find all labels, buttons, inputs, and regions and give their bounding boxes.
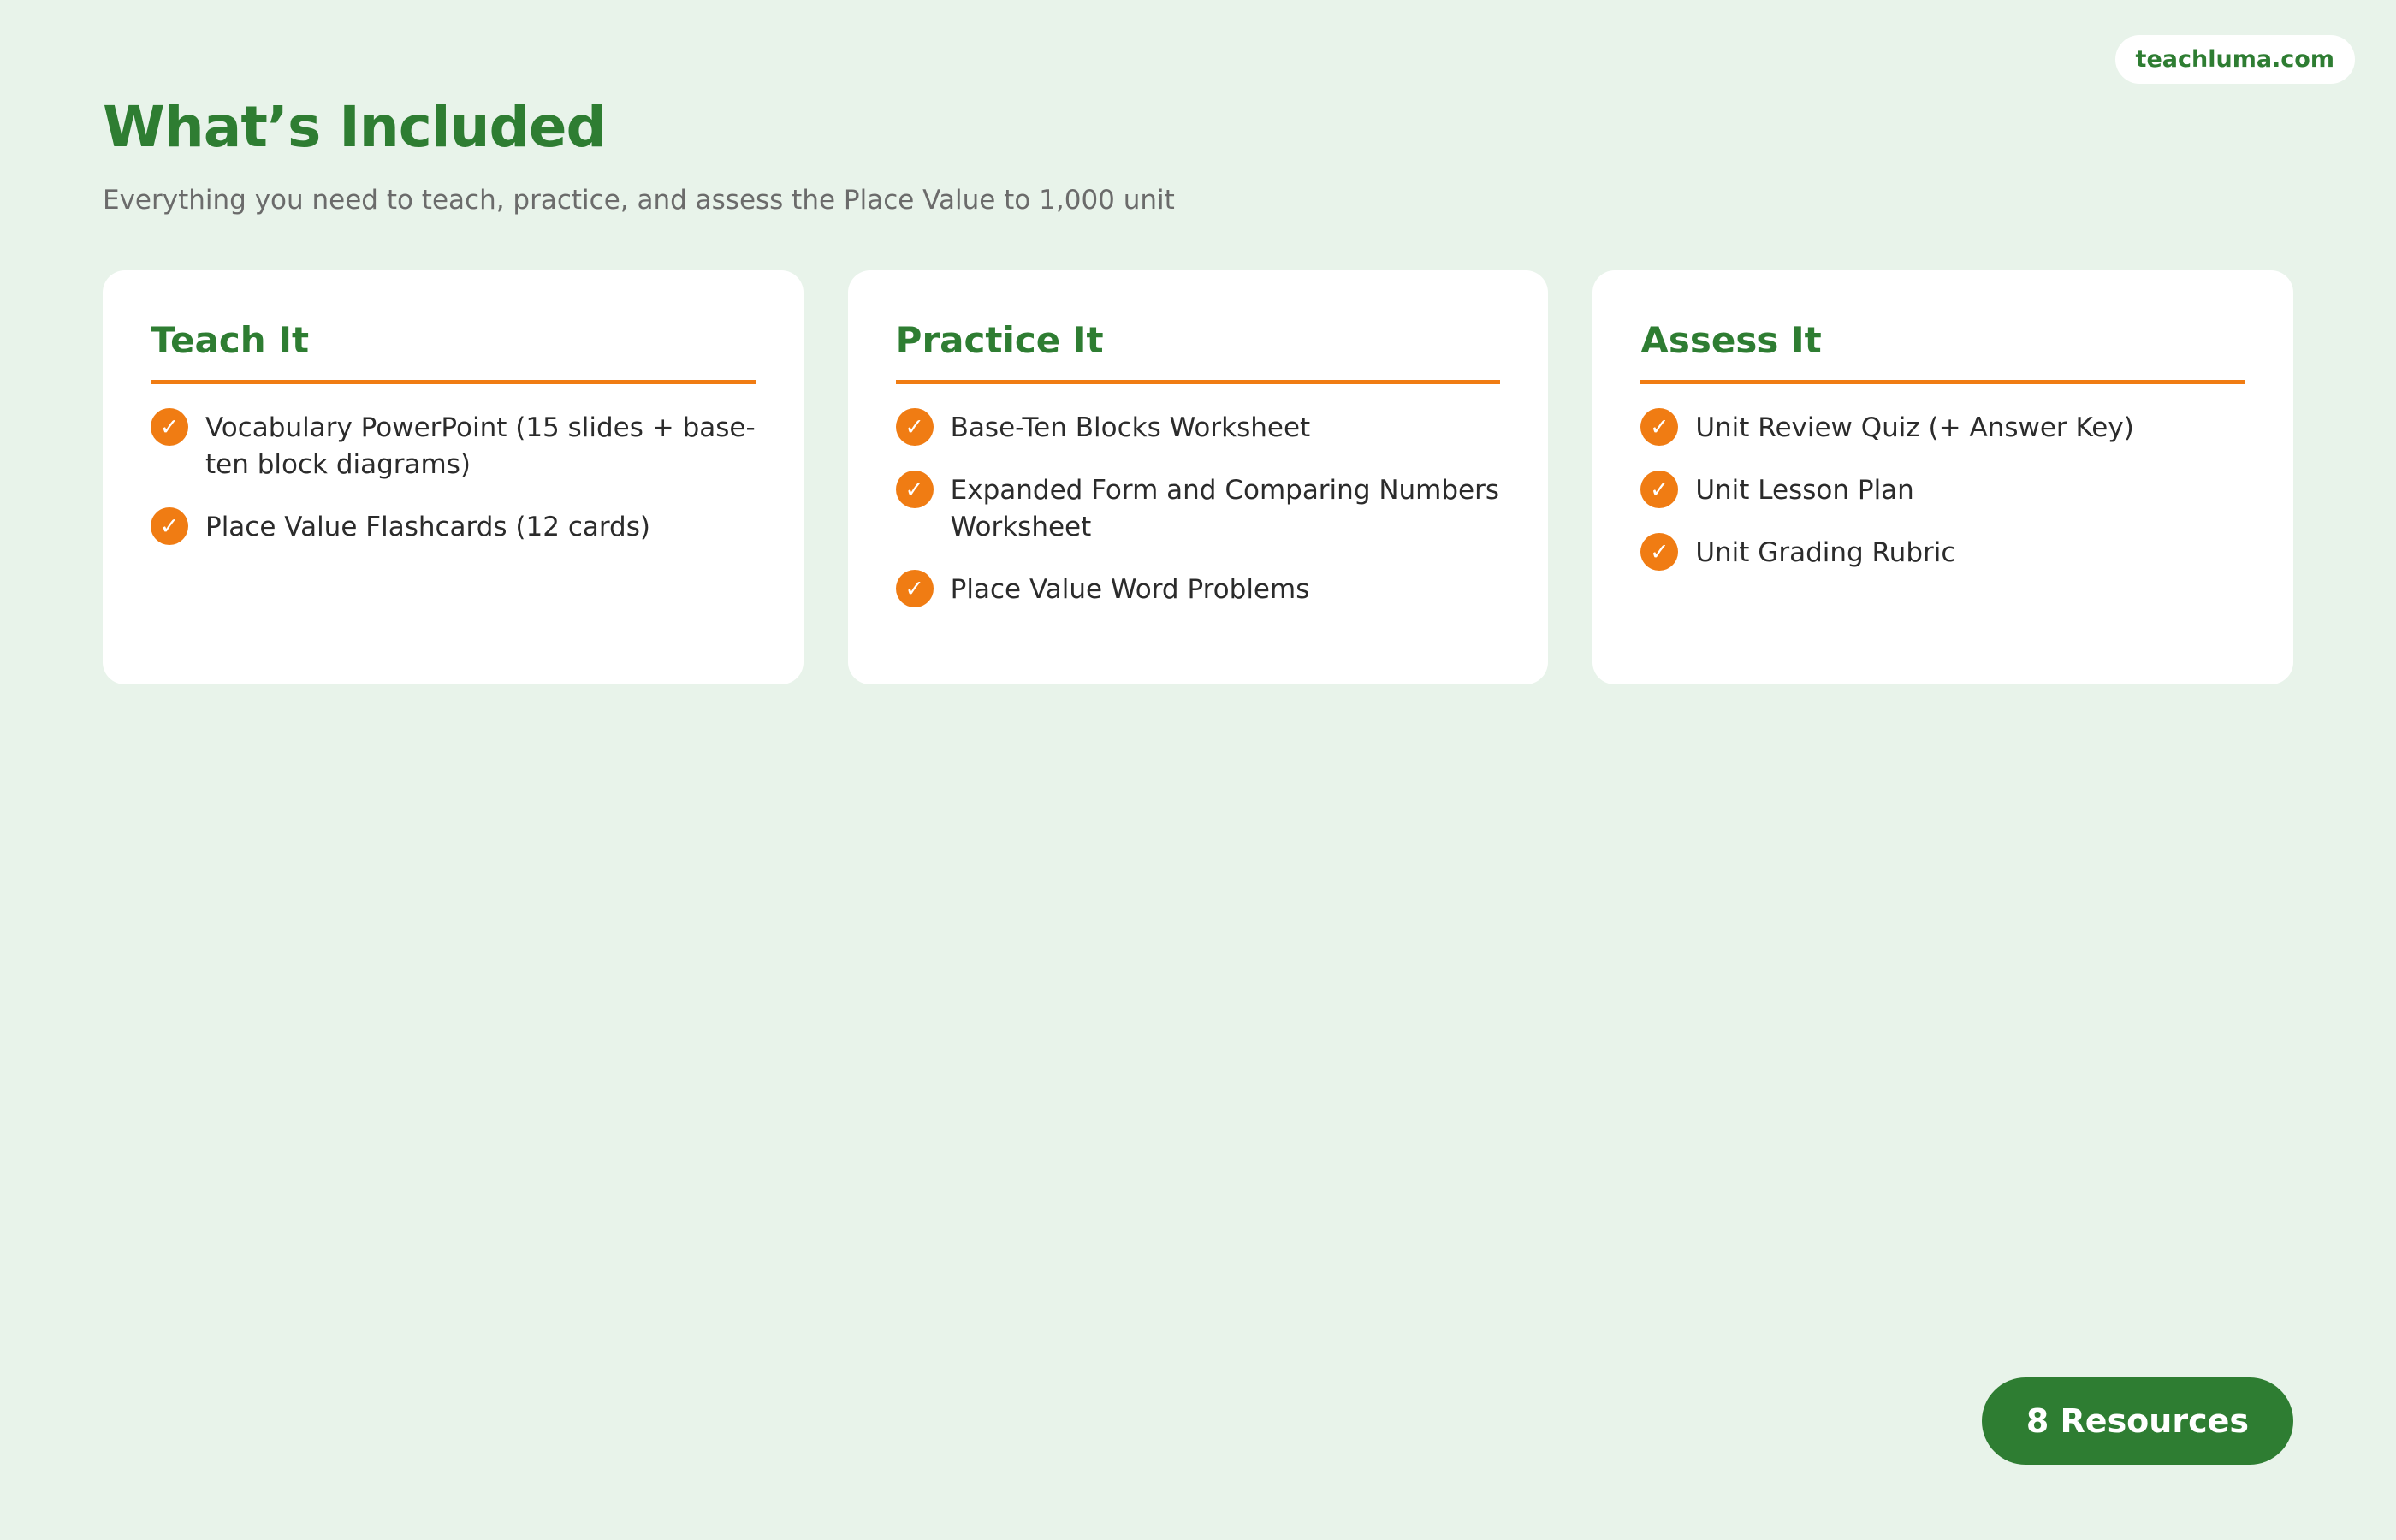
page-title: What’s Included [103, 94, 607, 160]
check-circle-icon: ✓ [1640, 533, 1679, 571]
card-item-list: ✓ Vocabulary PowerPoint (15 slides + bas… [151, 408, 756, 546]
list-item: ✓ Expanded Form and Comparing Numbers Wo… [895, 471, 1501, 546]
item-label: Base-Ten Blocks Worksheet [950, 412, 1311, 443]
site-domain-badge: teachluma.com [2114, 35, 2355, 84]
card-title: Practice It [895, 318, 1501, 384]
card-title: Assess It [1640, 318, 2246, 384]
check-circle-icon: ✓ [151, 507, 188, 545]
check-circle-icon: ✓ [895, 570, 934, 607]
page-header: What’s Included Everything you need to t… [103, 92, 1175, 217]
card-practice-it: Practice It ✓ Base-Ten Blocks Worksheet … [847, 270, 1549, 684]
check-circle-icon: ✓ [895, 408, 934, 446]
list-item: ✓ Unit Grading Rubric [1640, 533, 2245, 572]
item-label: Expanded Form and Comparing Numbers Work… [950, 475, 1500, 542]
card-item-list: ✓ Base-Ten Blocks Worksheet ✓ Expanded F… [895, 408, 1501, 608]
list-item: ✓ Place Value Word Problems [895, 570, 1501, 608]
card-assess-it: Assess It ✓ Unit Review Quiz (+ Answer K… [1592, 270, 2294, 684]
list-item: ✓ Unit Review Quiz (+ Answer Key) [1640, 408, 2245, 447]
item-label: Unit Review Quiz (+ Answer Key) [1695, 412, 2134, 443]
item-label: Vocabulary PowerPoint (15 slides + base-… [205, 412, 756, 480]
list-item: ✓ Place Value Flashcards (12 cards) [151, 507, 756, 546]
list-item: ✓ Unit Lesson Plan [1640, 471, 2245, 509]
check-circle-icon: ✓ [151, 408, 188, 446]
card-teach-it: Teach It ✓ Vocabulary PowerPoint (15 sli… [103, 270, 804, 684]
check-circle-icon: ✓ [1640, 471, 1679, 508]
list-item: ✓ Base-Ten Blocks Worksheet [895, 408, 1501, 447]
resource-cards: Teach It ✓ Vocabulary PowerPoint (15 sli… [103, 270, 2294, 684]
item-label: Place Value Word Problems [950, 574, 1310, 605]
item-label: Unit Grading Rubric [1695, 537, 1956, 568]
card-item-list: ✓ Unit Review Quiz (+ Answer Key) ✓ Unit… [1640, 408, 2245, 572]
check-circle-icon: ✓ [1640, 408, 1679, 446]
card-title: Teach It [151, 318, 756, 384]
list-item: ✓ Vocabulary PowerPoint (15 slides + bas… [151, 408, 756, 483]
check-circle-icon: ✓ [895, 471, 934, 508]
resources-count-badge: 8 Resources [1981, 1377, 2293, 1465]
item-label: Unit Lesson Plan [1695, 475, 1914, 506]
item-label: Place Value Flashcards (12 cards) [205, 512, 650, 542]
page-subtitle: Everything you need to teach, practice, … [103, 185, 1175, 216]
